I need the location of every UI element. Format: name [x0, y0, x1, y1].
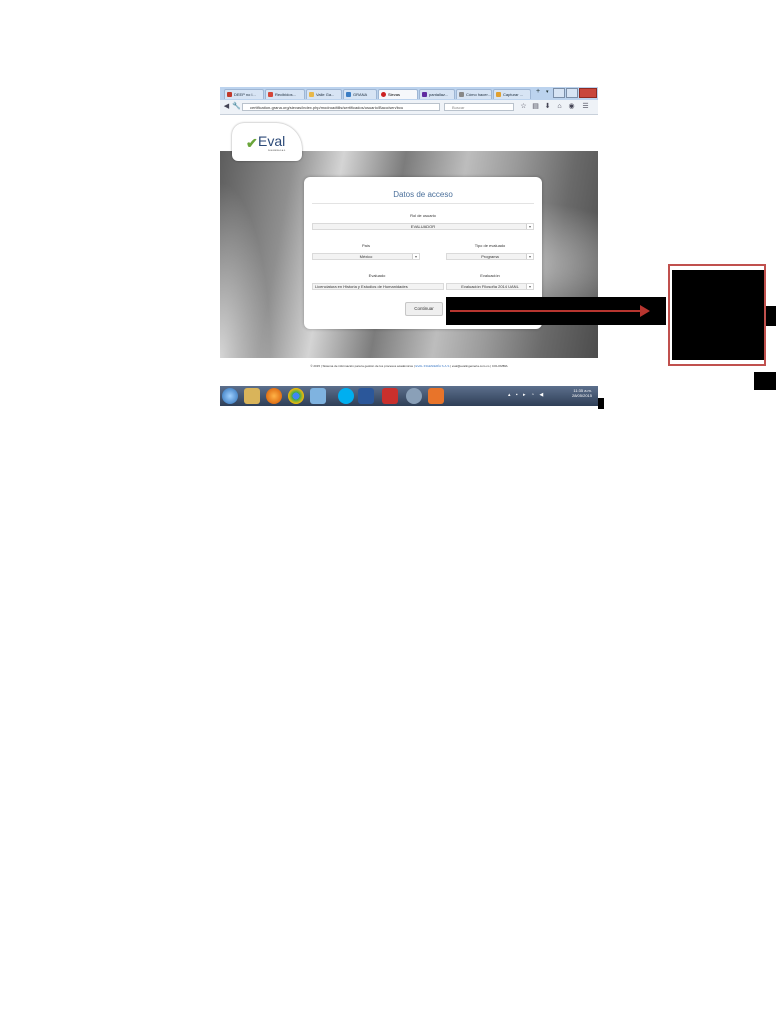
word-icon[interactable]: [358, 388, 374, 404]
globe-icon: [346, 92, 351, 97]
redaction-block: [754, 372, 776, 390]
tab-sievas[interactable]: Sievas: [378, 89, 418, 99]
arrow-head-icon: [640, 305, 650, 317]
footer-suffix: | eval@evalingenieria.com.co | COLOMBIA: [450, 364, 508, 368]
pocket-icon[interactable]: ◉: [568, 103, 575, 110]
background-curve: [220, 151, 280, 358]
footer-prefix: © 2015 | Sistema de información para la …: [310, 364, 415, 368]
paint-icon[interactable]: [428, 388, 444, 404]
rol-select[interactable]: EVALUADOR ▾: [312, 223, 534, 230]
web-page: ✔ Eval INGENIERÍA S.A.S. Datos de acceso…: [220, 115, 598, 379]
callout-frame: [668, 264, 766, 366]
gmail-icon: [268, 92, 273, 97]
chevron-down-icon: ▾: [412, 254, 419, 259]
mail-icon: [227, 92, 232, 97]
yahoo-icon: [422, 92, 427, 97]
footer-link[interactable]: EVAL INGENIERÍA S.A.S: [416, 364, 450, 368]
chevron-down-icon: ▾: [526, 224, 533, 229]
eval-logo[interactable]: ✔ Eval INGENIERÍA S.A.S.: [232, 123, 302, 161]
new-tab-icon[interactable]: +: [536, 88, 540, 95]
chevron-down-icon: ▾: [526, 254, 533, 259]
tools-icon[interactable]: 🔧: [232, 103, 241, 110]
browser-screenshot: DEEP no l... Recibidos... Valle Ga... GR…: [220, 87, 598, 408]
pais-select[interactable]: México ▾: [312, 253, 420, 260]
firefox-icon[interactable]: [266, 388, 282, 404]
window-controls: [552, 88, 597, 98]
form-title: Datos de acceso: [393, 190, 453, 199]
redaction-block: [598, 398, 604, 409]
logo-subtitle: INGENIERÍA S.A.S.: [268, 150, 286, 152]
evaluado-select[interactable]: Licenciatura en Historia y Estudios de H…: [312, 283, 444, 290]
tipo-evaluado-select[interactable]: Programa ▾: [446, 253, 534, 260]
tab-pantallazo[interactable]: pantallaz...: [419, 89, 455, 99]
close-window-button[interactable]: [579, 88, 597, 98]
tab-list-icon[interactable]: ▾: [546, 89, 549, 95]
tray-icons[interactable]: ▴ ▪ ▸ ◔ ◀: [508, 392, 545, 398]
divider: [312, 203, 534, 204]
evaluado-label: Evaluado: [368, 273, 386, 278]
pdf-icon[interactable]: [382, 388, 398, 404]
minimize-button[interactable]: [553, 88, 565, 98]
evaluacion-select[interactable]: Evaluación Filosofía 2014 UANL ▾: [446, 283, 534, 290]
search-input[interactable]: Buscar: [444, 103, 514, 111]
page-footer: © 2015 | Sistema de información para la …: [220, 364, 598, 368]
page-icon: [459, 92, 464, 97]
tab-bar: DEEP no l... Recibidos... Valle Ga... GR…: [220, 87, 598, 100]
continue-button[interactable]: Continuar: [405, 302, 443, 316]
tab-deep[interactable]: DEEP no l...: [224, 89, 264, 99]
bookmark-star-icon[interactable]: ☆: [520, 103, 527, 110]
pais-label: País: [361, 243, 370, 248]
download-icon[interactable]: ⬇: [544, 103, 551, 110]
home-icon[interactable]: ⌂: [556, 103, 563, 110]
evaluacion-label: Evaluación: [480, 273, 500, 278]
tab-valle[interactable]: Valle Ga...: [306, 89, 342, 99]
rol-label: Rol de usuario: [410, 213, 436, 218]
tab-como-hacer[interactable]: Cómo hacer...: [456, 89, 492, 99]
image-icon: [496, 92, 501, 97]
system-clock[interactable]: 11:35 a.m. 28/05/2015: [572, 388, 592, 398]
folder-icon[interactable]: [310, 388, 326, 404]
back-icon[interactable]: ◀: [223, 103, 230, 110]
logo-text: Eval: [258, 133, 286, 149]
pointer-arrow-line: [450, 310, 648, 312]
start-orb-icon[interactable]: [222, 388, 238, 404]
maximize-button[interactable]: [566, 88, 578, 98]
checkmark-icon: ✔: [246, 135, 258, 151]
menu-icon[interactable]: ☰: [582, 103, 589, 110]
explorer-icon[interactable]: [244, 388, 260, 404]
tab-grana[interactable]: GRANA: [343, 89, 377, 99]
url-bar[interactable]: certification-grana.org/sievas/index.php…: [242, 103, 440, 111]
tab-recibidos[interactable]: Recibidos...: [265, 89, 305, 99]
tab-capturar[interactable]: Capturar ...: [493, 89, 531, 99]
media-icon[interactable]: [406, 388, 422, 404]
opera-icon: [381, 92, 386, 97]
navigation-bar: ◀ 🔧 certification-grana.org/sievas/index…: [220, 100, 598, 115]
tipo-evaluado-label: Tipo de evaluado: [474, 243, 506, 248]
folder-icon: [309, 92, 314, 97]
library-icon[interactable]: ▤: [532, 103, 539, 110]
skype-icon[interactable]: [338, 388, 354, 404]
chrome-icon[interactable]: [288, 388, 304, 404]
chevron-down-icon: ▾: [526, 284, 533, 289]
windows-taskbar: ▴ ▪ ▸ ◔ ◀ 11:35 a.m. 28/05/2015: [220, 386, 598, 406]
